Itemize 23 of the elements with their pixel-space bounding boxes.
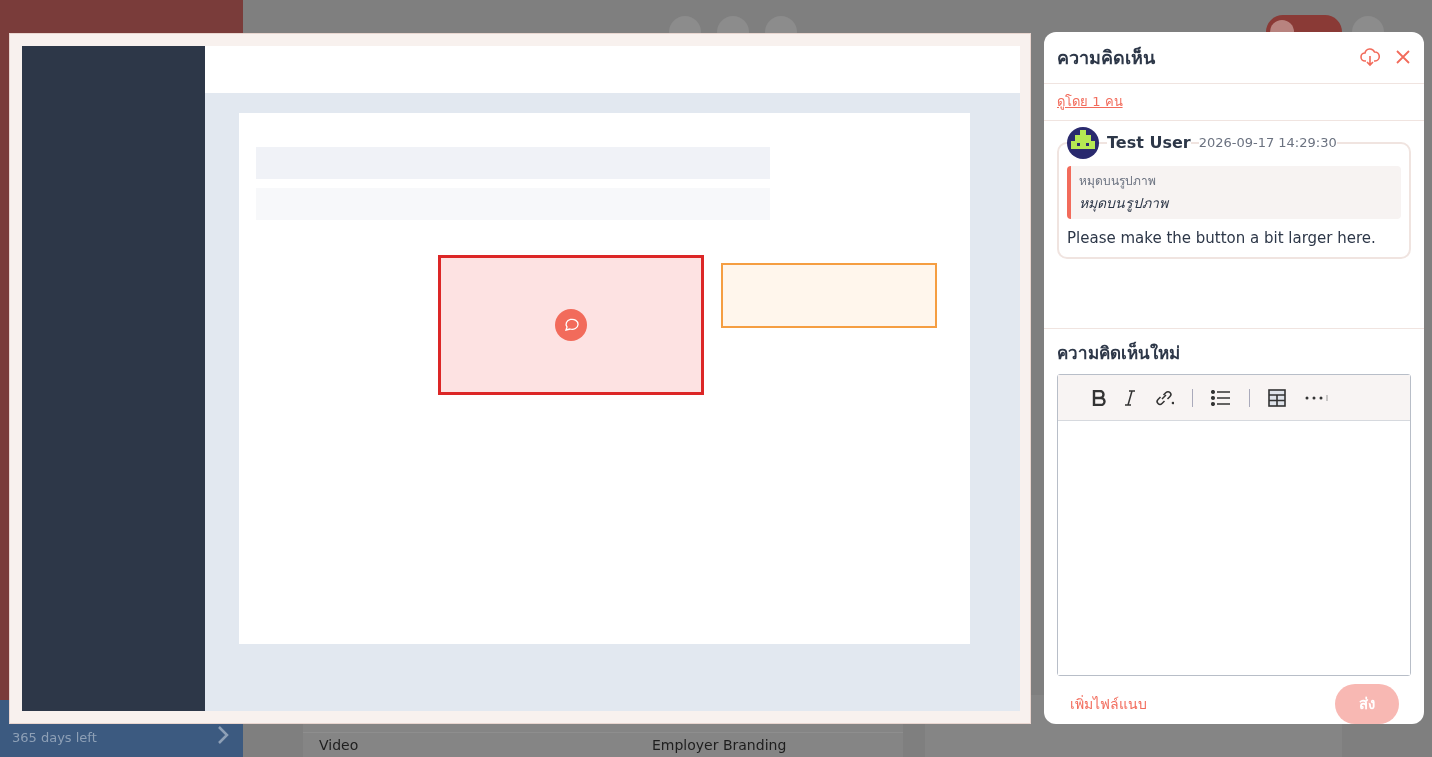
panel-title: ความคิดเห็น [1057,45,1155,70]
link-icon[interactable] [1154,388,1174,407]
close-icon[interactable] [1396,50,1410,65]
table-cell-text: Employer Branding [652,737,787,755]
bullet-list-icon[interactable] [1211,389,1231,406]
comment-text: Please make the button a bit larger here. [1067,228,1377,247]
annotation-box[interactable] [438,255,704,395]
italic-icon[interactable] [1124,389,1136,406]
avatar-icon [1067,126,1099,159]
bold-icon[interactable] [1092,389,1106,406]
quote-label: หมุดบนรูปภาพ [1079,172,1157,190]
annotation-box[interactable] [721,263,937,328]
new-comment-title: ความคิดเห็นใหม่ [1057,341,1181,365]
comment-pin-icon[interactable] [555,309,587,341]
chevron-right-icon [217,725,229,745]
viewers-link[interactable]: ดูโดย 1 คน [1057,91,1123,113]
table-cell-text: Video [319,737,360,755]
more-icon[interactable] [1304,394,1328,401]
trial-days-text: 365 days left [12,730,97,745]
table-icon[interactable] [1268,388,1286,407]
attach-file-link[interactable]: เพิ่มไฟล์แนบ [1070,693,1147,715]
cloud-download-icon[interactable] [1360,47,1380,68]
quote-text: หมุดบนรูปภาพ [1079,193,1170,214]
